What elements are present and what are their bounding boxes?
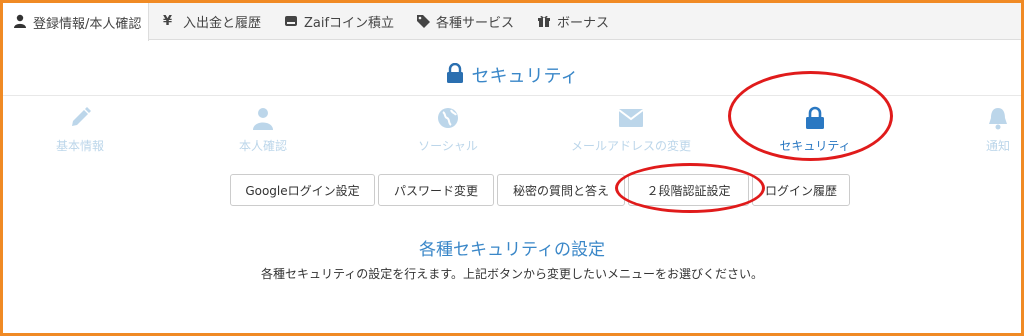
category-label: ソーシャル xyxy=(418,139,478,153)
category-identity[interactable]: 本人確認 xyxy=(193,103,333,159)
tab-label: 各種サービス xyxy=(436,16,515,31)
google-login-settings-button[interactable]: Googleログイン設定 xyxy=(230,174,375,206)
category-label: 本人確認 xyxy=(238,139,287,153)
page-title: セキュリティ xyxy=(3,61,1021,89)
bell-icon xyxy=(987,103,1009,133)
tab-registration[interactable]: 登録情報/本人確認 xyxy=(3,3,149,41)
category-security[interactable]: セキュリティ xyxy=(745,103,885,159)
globe-icon xyxy=(436,103,460,133)
password-change-button[interactable]: パスワード変更 xyxy=(378,174,494,206)
tab-zaif-coin-savings[interactable]: Zaifコイン積立 xyxy=(284,3,394,40)
tab-deposit-history[interactable]: ¥ 入出金と履歴 xyxy=(163,3,261,40)
gift-icon xyxy=(537,14,553,30)
hdd-icon xyxy=(284,14,300,30)
top-nav: 登録情報/本人確認 ¥ 入出金と履歴 Zaifコイン積立 各種サービス ボーナス xyxy=(3,3,1021,41)
category-notifications[interactable]: 通知 xyxy=(928,103,1024,159)
lock-icon xyxy=(446,62,464,88)
app-frame: 登録情報/本人確認 ¥ 入出金と履歴 Zaifコイン積立 各種サービス ボーナス xyxy=(0,0,1024,336)
settings-description: 各種セキュリティの設定を行えます。上記ボタンから変更したいメニューをお選びくださ… xyxy=(260,267,764,281)
tab-label: ボーナス xyxy=(557,16,610,31)
category-social[interactable]: ソーシャル xyxy=(378,103,518,159)
user-icon xyxy=(251,103,275,133)
tab-bonus[interactable]: ボーナス xyxy=(537,3,609,40)
settings-heading: 各種セキュリティの設定 xyxy=(419,240,605,260)
tab-label: Zaifコイン積立 xyxy=(304,16,395,31)
tab-label: 登録情報/本人確認 xyxy=(33,16,142,32)
category-basic-info[interactable]: 基本情報 xyxy=(10,103,150,159)
category-email-change[interactable]: メールアドレスの変更 xyxy=(561,103,701,159)
page-title-text: セキュリティ xyxy=(471,66,579,87)
pencil-icon xyxy=(68,103,92,133)
tab-services[interactable]: 各種サービス xyxy=(416,3,514,40)
secret-question-button[interactable]: 秘密の質問と答え xyxy=(497,174,625,206)
envelope-icon xyxy=(618,103,644,133)
category-label: メールアドレスの変更 xyxy=(570,139,691,153)
category-label: セキュリティ xyxy=(779,139,851,153)
lock-icon xyxy=(805,103,825,133)
login-history-button[interactable]: ログイン履歴 xyxy=(752,174,850,206)
yen-icon: ¥ xyxy=(163,13,173,29)
category-label: 基本情報 xyxy=(55,139,104,153)
tab-label: 入出金と履歴 xyxy=(183,16,262,31)
user-icon xyxy=(13,14,29,30)
tag-icon xyxy=(416,14,432,30)
category-nav: 基本情報 本人確認 ソーシャル メールアドレスの変更 セキュリティ 通知 xyxy=(3,103,1021,159)
divider xyxy=(3,95,1021,96)
category-label: 通知 xyxy=(985,139,1010,153)
two-factor-settings-button[interactable]: ２段階認証設定 xyxy=(628,174,749,206)
